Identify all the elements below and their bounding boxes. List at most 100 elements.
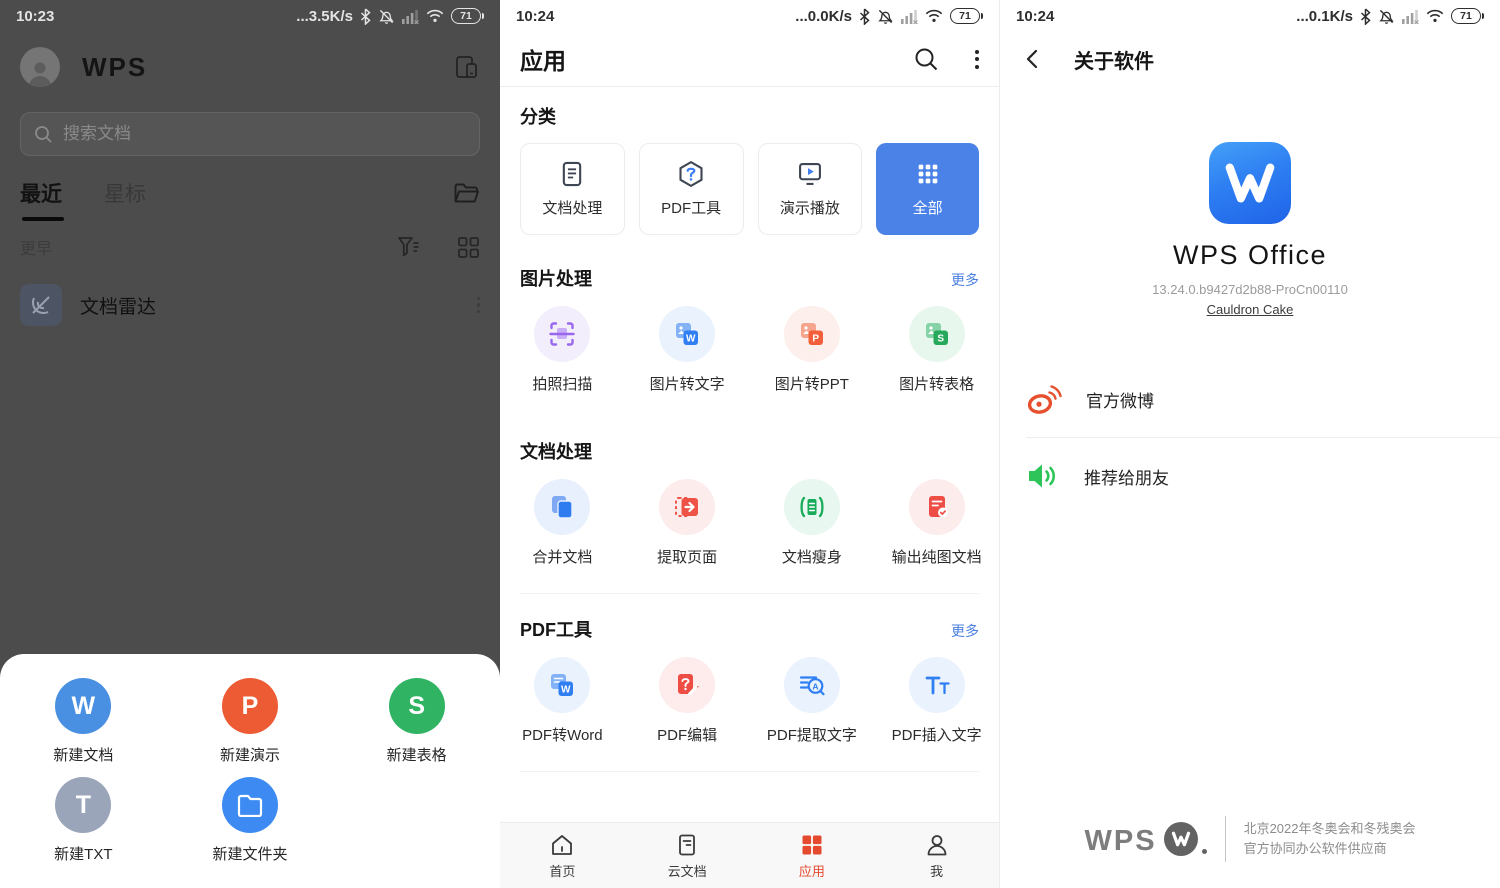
person-icon xyxy=(25,57,55,87)
mute-bell-icon xyxy=(1378,8,1395,25)
tabs-row: 最近 星标 xyxy=(0,168,500,218)
svg-text:S: S xyxy=(937,333,944,344)
feature-image-to-text[interactable]: W 图片转文字 xyxy=(625,306,750,394)
nav-cloud-docs[interactable]: 云文档 xyxy=(625,823,750,888)
doc-radar-row[interactable]: 文档雷达 xyxy=(0,278,500,332)
about-menu: 官方微博 推荐给朋友 xyxy=(1000,361,1500,514)
pdf-hexagon-icon xyxy=(677,160,705,188)
section-header-doc: 文档处理 xyxy=(520,438,979,464)
speaker-icon xyxy=(1026,460,1060,492)
filter-icon[interactable] xyxy=(397,236,421,258)
section-header-pdf: PDF工具 更多 xyxy=(520,616,979,642)
status-net-speed: ...0.1K/s xyxy=(1296,8,1353,25)
tab-starred[interactable]: 星标 xyxy=(104,178,146,208)
device-transfer-icon[interactable] xyxy=(454,54,480,80)
tab-recent[interactable]: 最近 xyxy=(20,178,62,208)
wps-w-icon xyxy=(1223,161,1277,205)
feature-extract-page[interactable]: 提取页面 xyxy=(625,479,750,567)
nav-me[interactable]: 我 xyxy=(874,823,999,888)
battery-icon: 71 xyxy=(950,8,980,24)
nav-home[interactable]: 首页 xyxy=(500,823,625,888)
battery-icon: 71 xyxy=(451,8,481,24)
status-time: 10:24 xyxy=(516,8,554,25)
more-link[interactable]: 更多 xyxy=(951,621,979,641)
wifi-icon xyxy=(1426,9,1444,23)
search-icon[interactable] xyxy=(914,47,939,72)
home-icon xyxy=(549,832,575,858)
category-section-label: 分类 xyxy=(520,103,979,129)
earlier-label: 更早 xyxy=(20,235,52,259)
battery-icon: 71 xyxy=(1451,8,1481,24)
status-time: 10:24 xyxy=(1016,8,1054,25)
feature-image-to-sheet[interactable]: S 图片转表格 xyxy=(874,306,999,394)
new-spreadsheet-button[interactable]: S 新建表格 xyxy=(387,678,447,765)
doc-radar-label: 文档雷达 xyxy=(80,292,156,319)
home-header: WPS xyxy=(0,38,500,96)
wps-three-screens: 10:23 ...3.5K/s 71 WPS 最近 星标 xyxy=(0,0,1500,888)
official-weibo-row[interactable]: 官方微博 xyxy=(1000,361,1500,437)
wifi-icon xyxy=(925,9,943,23)
image-to-ppt-icon: P xyxy=(797,319,827,349)
new-spreadsheet-icon: S xyxy=(389,678,445,734)
status-bar: 10:24 ...0.1K/s 71 xyxy=(1000,0,1500,32)
apps-header: 应用 xyxy=(500,32,999,86)
status-time: 10:23 xyxy=(16,8,54,25)
feature-pdf-edit[interactable]: PDF编辑 xyxy=(625,657,750,745)
section-header-image: 图片处理 更多 xyxy=(520,265,979,291)
feature-merge-doc[interactable]: 合并文档 xyxy=(500,479,625,567)
monitor-play-icon xyxy=(796,160,824,188)
folder-icon[interactable] xyxy=(453,181,480,205)
category-pdf-tools[interactable]: PDF工具 xyxy=(639,143,744,235)
document-icon xyxy=(558,160,586,188)
feature-pure-image-doc[interactable]: 输出纯图文档 xyxy=(874,479,999,567)
footer-divider xyxy=(1225,816,1226,862)
status-net-speed: ...3.5K/s xyxy=(296,8,353,25)
feature-pdf-extract-text[interactable]: A PDF提取文字 xyxy=(750,657,875,745)
search-input[interactable] xyxy=(63,124,409,144)
pdf-insert-text-icon xyxy=(922,670,952,700)
weibo-icon xyxy=(1026,383,1062,415)
image-tools-row: 拍照扫描 W 图片转文字 P 图片转PPT S 图片转表格 xyxy=(500,306,999,394)
mute-bell-icon xyxy=(877,8,894,25)
feature-doc-slim[interactable]: 文档瘦身 xyxy=(750,479,875,567)
page-title: 关于软件 xyxy=(1074,45,1154,74)
new-doc-icon: W xyxy=(55,678,111,734)
avatar[interactable] xyxy=(20,47,60,87)
status-bar: 10:23 ...3.5K/s 71 xyxy=(0,0,500,32)
section-divider xyxy=(520,771,979,772)
more-link[interactable]: 更多 xyxy=(951,270,979,290)
feature-image-to-ppt[interactable]: P 图片转PPT xyxy=(750,306,875,394)
category-cards: 文档处理 PDF工具 演示播放 全部 xyxy=(520,143,979,235)
feature-scan[interactable]: 拍照扫描 xyxy=(500,306,625,394)
nav-apps[interactable]: 应用 xyxy=(750,823,875,888)
new-doc-button[interactable]: W 新建文档 xyxy=(53,678,113,765)
doc-tools-row: 合并文档 提取页面 文档瘦身 输出纯图文档 xyxy=(500,479,999,567)
bluetooth-icon xyxy=(859,8,870,25)
back-icon[interactable] xyxy=(1022,48,1044,70)
pdf-edit-icon xyxy=(672,670,702,700)
new-folder-button[interactable]: 新建文件夹 xyxy=(212,777,287,864)
new-presentation-button[interactable]: P 新建演示 xyxy=(220,678,280,765)
mute-bell-icon xyxy=(378,8,395,25)
recommend-row[interactable]: 推荐给朋友 xyxy=(1000,438,1500,514)
item-menu-icon[interactable] xyxy=(477,297,481,314)
bluetooth-icon xyxy=(360,8,371,25)
about-footer: WPS 北京2022年冬奥会和冬残奥会 官方协同办公软件供应商 xyxy=(1000,816,1500,862)
feature-pdf-insert-text[interactable]: PDF插入文字 xyxy=(874,657,999,745)
new-presentation-icon: P xyxy=(222,678,278,734)
overflow-menu-icon[interactable] xyxy=(975,50,979,69)
feature-pdf-to-word[interactable]: W PDF转Word xyxy=(500,657,625,745)
category-all[interactable]: 全部 xyxy=(876,143,979,235)
status-net-speed: ...0.0K/s xyxy=(795,8,852,25)
scan-icon xyxy=(547,319,577,349)
category-doc-processing[interactable]: 文档处理 xyxy=(520,143,625,235)
codename-link[interactable]: Cauldron Cake xyxy=(1207,302,1294,317)
svg-text:W: W xyxy=(561,684,571,695)
search-bar[interactable] xyxy=(20,112,480,156)
category-presentation-play[interactable]: 演示播放 xyxy=(758,143,863,235)
new-txt-button[interactable]: T 新建TXT xyxy=(54,777,112,864)
about-header: 关于软件 xyxy=(1000,32,1500,86)
radar-icon xyxy=(29,293,53,317)
grid-view-icon[interactable] xyxy=(457,236,480,259)
new-document-sheet: W 新建文档 P 新建演示 S 新建表格 T 新建TXT 新建文件夹 xyxy=(0,654,500,888)
